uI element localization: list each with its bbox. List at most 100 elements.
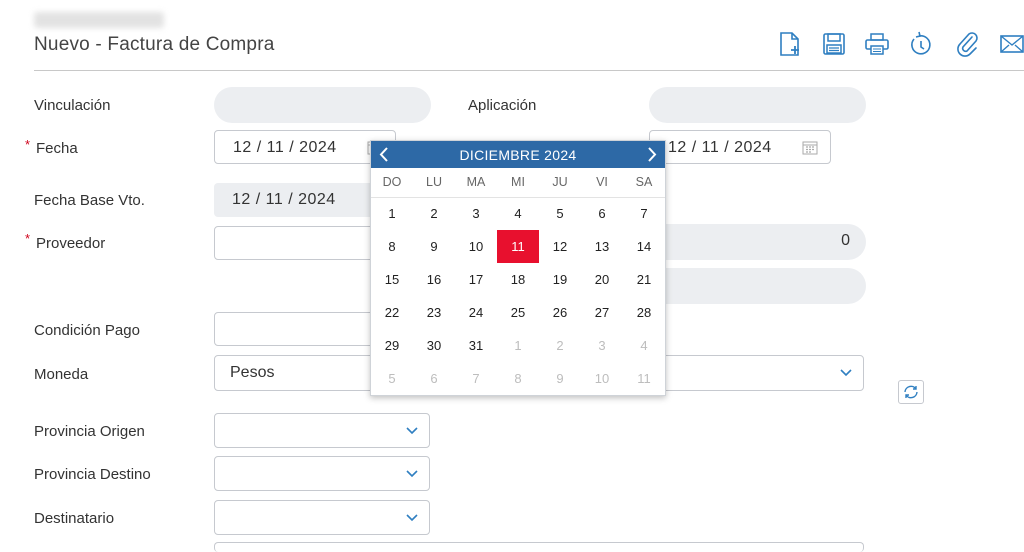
refresh-icon — [904, 385, 918, 399]
calendar-day[interactable]: 8 — [497, 362, 539, 395]
calendar-day[interactable]: 3 — [455, 197, 497, 230]
weekday-label: SA — [635, 175, 653, 189]
datepicker-header: DICIEMBRE 2024 — [371, 141, 665, 168]
moneda-value: Pesos — [230, 364, 275, 381]
destinatario-label: Destinatario — [34, 510, 115, 527]
provincia-origen-label: Provincia Origen — [34, 423, 145, 440]
calendar-day[interactable]: 14 — [623, 230, 665, 263]
calendar-day[interactable]: 30 — [413, 329, 455, 362]
proveedor-label: Proveedor — [36, 235, 106, 252]
weekday-label: LU — [426, 175, 442, 189]
calendar-day[interactable]: 19 — [539, 263, 581, 296]
calendar-icon[interactable] — [802, 140, 818, 155]
calendar-day[interactable]: 2 — [539, 329, 581, 362]
calendar-day[interactable]: 6 — [413, 362, 455, 395]
weekday-label: DO — [382, 175, 402, 189]
calendar-day[interactable]: 13 — [581, 230, 623, 263]
calendar-day[interactable]: 7 — [455, 362, 497, 395]
required-mark: * — [25, 231, 31, 246]
calendar-day[interactable]: 23 — [413, 296, 455, 329]
weekday-label: MA — [466, 175, 486, 189]
weekday-header-row: DO LU MA MI JU VI SA — [371, 168, 665, 198]
aplicacion-field[interactable] — [649, 87, 866, 123]
calendar-day[interactable]: 10 — [581, 362, 623, 395]
chevron-down-icon — [406, 427, 418, 435]
calendar-day[interactable]: 10 — [455, 230, 497, 263]
provincia-origen-select[interactable] — [214, 413, 430, 448]
provincia-destino-label: Provincia Destino — [34, 466, 151, 483]
calendar-day[interactable]: 18 — [497, 263, 539, 296]
calendar-day[interactable]: 11 — [623, 362, 665, 395]
chevron-down-icon — [406, 514, 418, 522]
header-divider — [34, 70, 1024, 71]
calendar-day[interactable]: 17 — [455, 263, 497, 296]
calendar-day[interactable]: 2 — [413, 197, 455, 230]
calendar-day[interactable]: 12 — [539, 230, 581, 263]
calendar-day[interactable]: 28 — [623, 296, 665, 329]
calendar-day[interactable]: 7 — [623, 197, 665, 230]
history-icon[interactable] — [907, 30, 935, 58]
print-icon[interactable] — [863, 30, 891, 58]
calendar-day[interactable]: 6 — [581, 197, 623, 230]
calendar-day[interactable]: 1 — [497, 329, 539, 362]
datepicker-popup: DICIEMBRE 2024 DO LU MA MI JU VI SA 1234567891… — [370, 140, 666, 396]
calendar-day[interactable]: 5 — [371, 362, 413, 395]
condicion-pago-label: Condición Pago — [34, 322, 140, 339]
vinculacion-field[interactable] — [214, 87, 431, 123]
page-title: Nuevo - Factura de Compra — [34, 34, 275, 55]
calendar-day[interactable]: 22 — [371, 296, 413, 329]
calendar-day[interactable]: 5 — [539, 197, 581, 230]
calendar-day[interactable]: 27 — [581, 296, 623, 329]
vinculacion-label: Vinculación — [34, 97, 111, 114]
chevron-right-icon[interactable] — [642, 145, 662, 164]
fecha-date-input[interactable]: 12 / 11 / 2024 — [214, 130, 396, 164]
fecha-label: Fecha — [36, 140, 78, 157]
calendar-day[interactable]: 29 — [371, 329, 413, 362]
fecha-base-field: 12 / 11 / 2024 — [214, 183, 396, 217]
chevron-down-icon — [406, 470, 418, 478]
next-field-partial[interactable] — [214, 542, 864, 552]
calendar-day[interactable]: 15 — [371, 263, 413, 296]
calendar-day[interactable]: 24 — [455, 296, 497, 329]
fecha-base-value: 12 / 11 / 2024 — [232, 191, 336, 208]
new-document-icon[interactable] — [776, 30, 804, 58]
weekday-label: MI — [511, 175, 525, 189]
proveedor-detail-field — [640, 268, 866, 304]
fecha-secondary-date-input[interactable]: 12 / 11 / 2024 — [649, 130, 831, 164]
calendar-day-selected[interactable]: 11 — [497, 230, 539, 263]
chevron-down-icon — [840, 369, 852, 377]
calendar-day[interactable]: 4 — [623, 329, 665, 362]
aplicacion-label: Aplicación — [468, 97, 537, 114]
fecha-value: 12 / 11 / 2024 — [233, 139, 337, 156]
weekday-label: VI — [596, 175, 608, 189]
calendar-day[interactable]: 16 — [413, 263, 455, 296]
calendar-day[interactable]: 26 — [539, 296, 581, 329]
datepicker-month-label[interactable]: DICIEMBRE 2024 — [371, 147, 665, 163]
condicion-pago-input[interactable] — [214, 312, 394, 346]
save-icon[interactable] — [820, 30, 848, 58]
calendar-day[interactable]: 3 — [581, 329, 623, 362]
attachment-icon[interactable] — [953, 30, 981, 58]
destinatario-select[interactable] — [214, 500, 430, 535]
proveedor-input[interactable] — [214, 226, 394, 260]
blurred-breadcrumb — [34, 12, 164, 28]
fecha-secondary-value: 12 / 11 / 2024 — [668, 139, 772, 156]
calendar-day[interactable]: 9 — [413, 230, 455, 263]
toolbar — [776, 30, 1024, 58]
email-icon[interactable] — [998, 30, 1024, 58]
calendar-day[interactable]: 4 — [497, 197, 539, 230]
calendar-day[interactable]: 31 — [455, 329, 497, 362]
proveedor-balance-field: 0 — [640, 224, 866, 260]
calendar-day[interactable]: 8 — [371, 230, 413, 263]
weekday-label: JU — [552, 175, 568, 189]
calendar-day[interactable]: 20 — [581, 263, 623, 296]
required-mark: * — [25, 137, 31, 152]
provincia-destino-select[interactable] — [214, 456, 430, 491]
calendar-day[interactable]: 25 — [497, 296, 539, 329]
refresh-button[interactable] — [898, 380, 924, 404]
calendar-day[interactable]: 1 — [371, 197, 413, 230]
moneda-label: Moneda — [34, 366, 89, 383]
proveedor-balance-value: 0 — [841, 232, 850, 249]
calendar-day[interactable]: 21 — [623, 263, 665, 296]
calendar-day[interactable]: 9 — [539, 362, 581, 395]
